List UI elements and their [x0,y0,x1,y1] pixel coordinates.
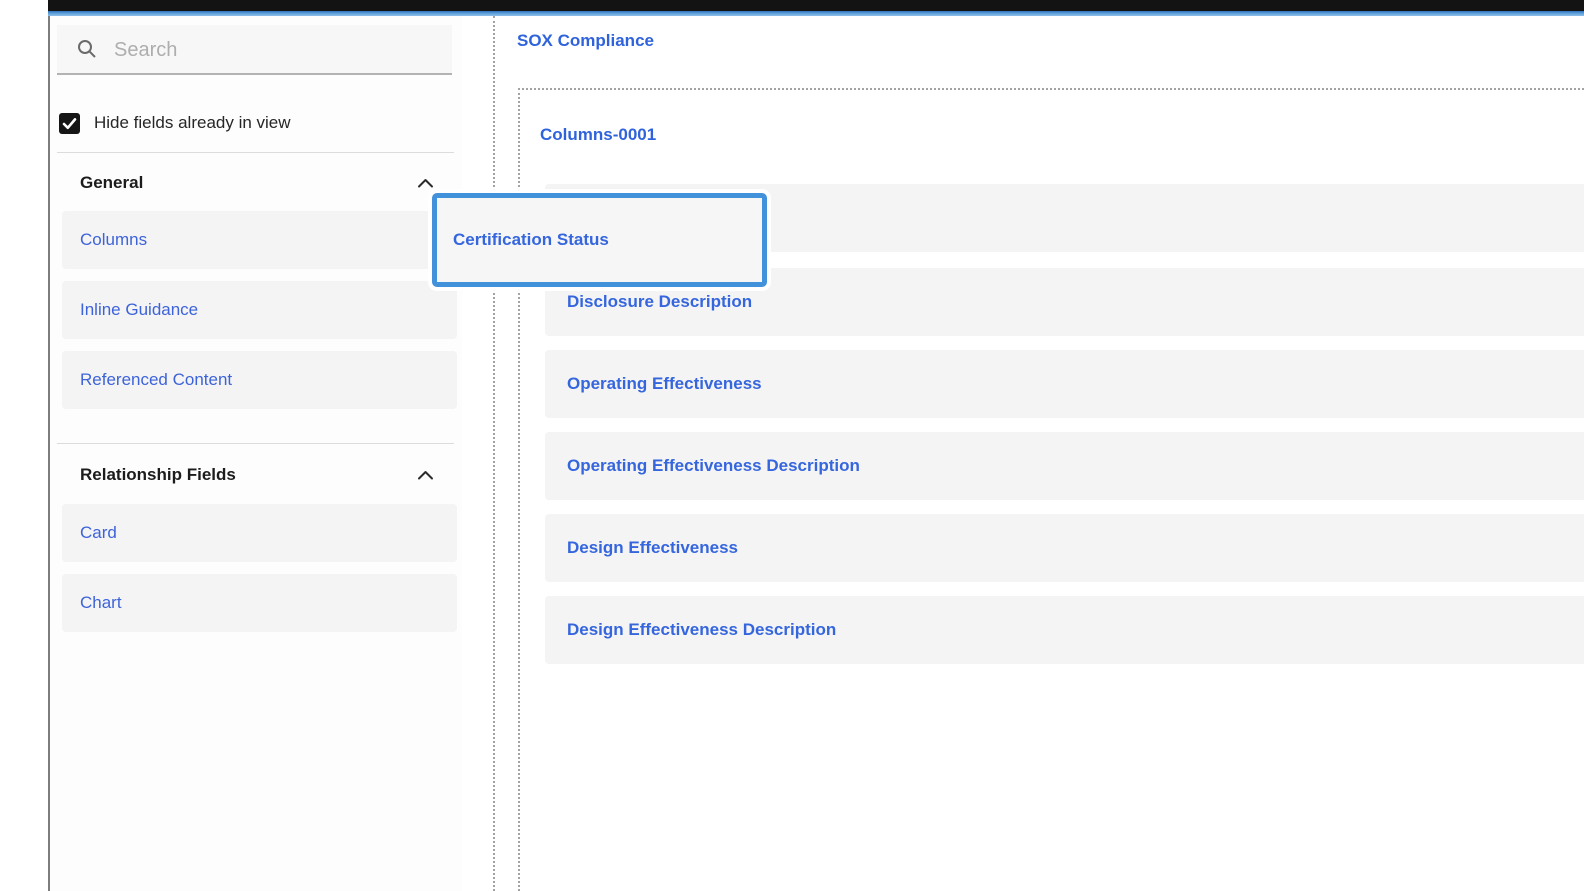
dragged-field-label: Certification Status [453,230,609,250]
palette-item-label: Card [80,523,117,543]
chevron-up-icon [417,177,434,189]
hide-fields-label: Hide fields already in view [94,113,291,133]
section-label: Relationship Fields [80,465,236,485]
section-header-general[interactable]: General [80,171,434,195]
palette-item-label: Columns [80,230,147,250]
palette-item-chart[interactable]: Chart [62,574,457,632]
field-row-label: Operating Effectiveness Description [567,456,860,476]
palette-item-label: Referenced Content [80,370,232,390]
palette-item-card[interactable]: Card [62,504,457,562]
chevron-up-icon [417,469,434,481]
field-row-operating-effectiveness-description[interactable]: Operating Effectiveness Description [545,432,1584,500]
palette-item-label: Chart [80,593,122,613]
section-header-relationship-fields[interactable]: Relationship Fields [80,463,434,487]
search-input[interactable] [112,33,436,67]
search-box [57,25,452,75]
hide-fields-row: Hide fields already in view [59,112,291,134]
dragged-field-card[interactable]: Certification Status [432,193,767,287]
view-title-link[interactable]: SOX Compliance [517,31,654,51]
form-builder-window: Hide fields already in view General Colu… [0,0,1584,891]
search-icon [77,39,97,59]
palette-item-columns[interactable]: Columns [62,211,457,269]
divider [57,152,454,153]
field-row-design-effectiveness[interactable]: Design Effectiveness [545,514,1584,582]
palette-item-inline-guidance[interactable]: Inline Guidance [62,281,457,339]
field-row-label: Disclosure Description [567,292,752,312]
hide-fields-checkbox[interactable] [59,113,80,134]
check-icon [62,117,77,130]
field-row-label: Design Effectiveness [567,538,738,558]
palette-item-referenced-content[interactable]: Referenced Content [62,351,457,409]
field-row-operating-effectiveness[interactable]: Operating Effectiveness [545,350,1584,418]
app-top-bar [48,0,1584,11]
field-row-design-effectiveness-description[interactable]: Design Effectiveness Description [545,596,1584,664]
divider [57,443,454,444]
field-row-label: Design Effectiveness Description [567,620,836,640]
columns-container-link[interactable]: Columns-0001 [540,125,656,145]
section-label: General [80,173,143,193]
palette-item-label: Inline Guidance [80,300,198,320]
field-palette-sidebar: Hide fields already in view General Colu… [48,16,462,891]
field-row-label: Operating Effectiveness [567,374,762,394]
